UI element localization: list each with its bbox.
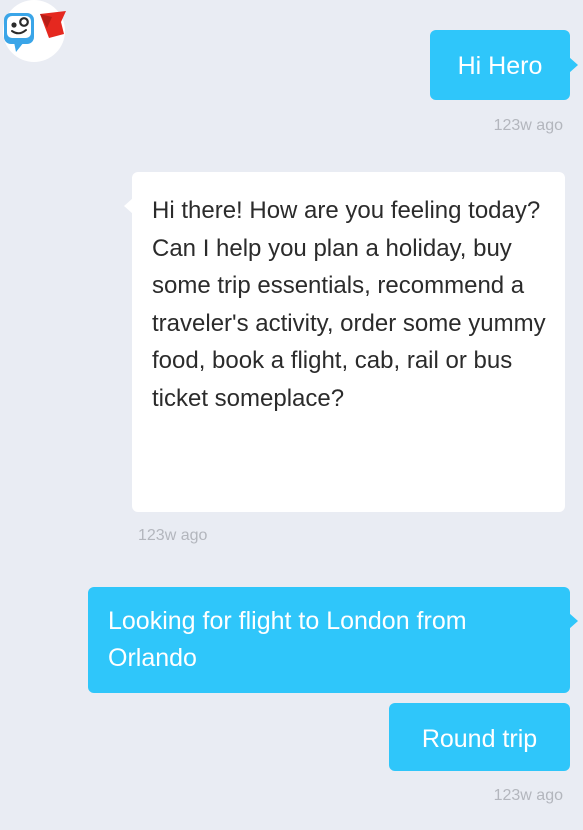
- user-message-bubble[interactable]: Looking for flight to London from Orland…: [88, 587, 570, 693]
- bubble-tail-icon: [124, 198, 133, 214]
- user-message-bubble[interactable]: Hi Hero: [430, 30, 570, 100]
- bubble-tail-icon: [569, 613, 578, 629]
- message-text: Hi Hero: [457, 52, 543, 80]
- message-timestamp: 123w ago: [493, 117, 563, 134]
- message-text: Looking for flight to London from Orland…: [108, 607, 467, 672]
- message-timestamp: 123w ago: [138, 527, 208, 544]
- message-timestamp: 123w ago: [493, 787, 563, 804]
- hero-bot-avatar-icon: [0, 0, 68, 62]
- message-text: Round trip: [421, 725, 538, 753]
- user-message-bubble[interactable]: Round trip: [389, 703, 570, 771]
- message-text: Hi there! How are you feeling today? Can…: [152, 197, 546, 412]
- bubble-tail-icon: [569, 57, 578, 73]
- chat-thread: Hi Hero 123w ago Hi there! How are you f…: [0, 0, 583, 830]
- bot-message-bubble[interactable]: Hi there! How are you feeling today? Can…: [132, 172, 565, 512]
